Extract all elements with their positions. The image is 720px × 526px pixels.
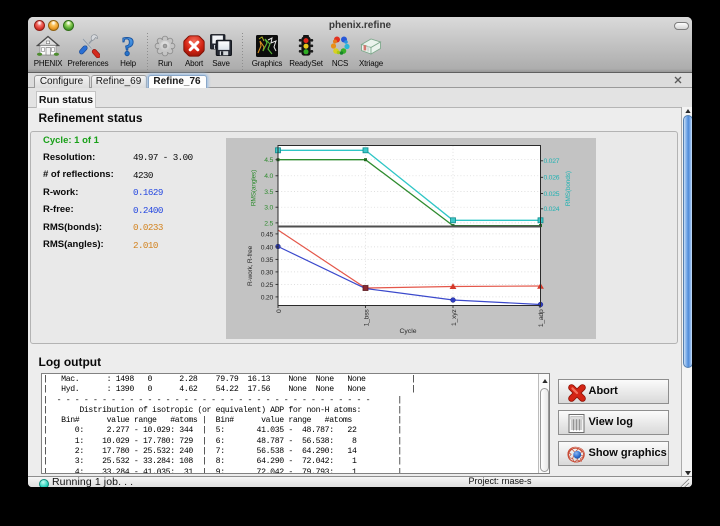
svg-text:0.30: 0.30 xyxy=(261,269,274,276)
svg-text:0.20: 0.20 xyxy=(261,294,274,301)
svg-text:R-work, R-free: R-work, R-free xyxy=(247,245,254,286)
svg-text:3.5: 3.5 xyxy=(264,189,273,196)
svg-text:0.40: 0.40 xyxy=(261,244,274,251)
svg-text:?: ? xyxy=(121,34,135,60)
svg-text:0.024: 0.024 xyxy=(544,206,560,213)
svg-text:0.25: 0.25 xyxy=(261,282,274,289)
svg-text:4.5: 4.5 xyxy=(264,157,273,164)
svg-text:Cycle: Cycle xyxy=(400,328,417,335)
svg-text:2.5: 2.5 xyxy=(264,220,273,227)
svg-text:0.45: 0.45 xyxy=(261,231,274,238)
svg-text:RMS(angles): RMS(angles) xyxy=(251,170,258,206)
svg-text:0.35: 0.35 xyxy=(261,257,274,264)
svg-text:4.0: 4.0 xyxy=(264,173,273,180)
svg-text:1_adp: 1_adp xyxy=(538,309,545,327)
svg-text:0.025: 0.025 xyxy=(544,191,560,198)
svg-text:RMS(bonds): RMS(bonds) xyxy=(565,171,572,206)
svg-text:1_xyz: 1_xyz xyxy=(451,309,458,326)
svg-text:0: 0 xyxy=(276,309,283,313)
svg-text:3.0: 3.0 xyxy=(264,205,273,212)
svg-text:0.026: 0.026 xyxy=(544,175,560,182)
svg-text:0.027: 0.027 xyxy=(544,158,560,165)
svg-text:1_bss: 1_bss xyxy=(363,309,370,327)
